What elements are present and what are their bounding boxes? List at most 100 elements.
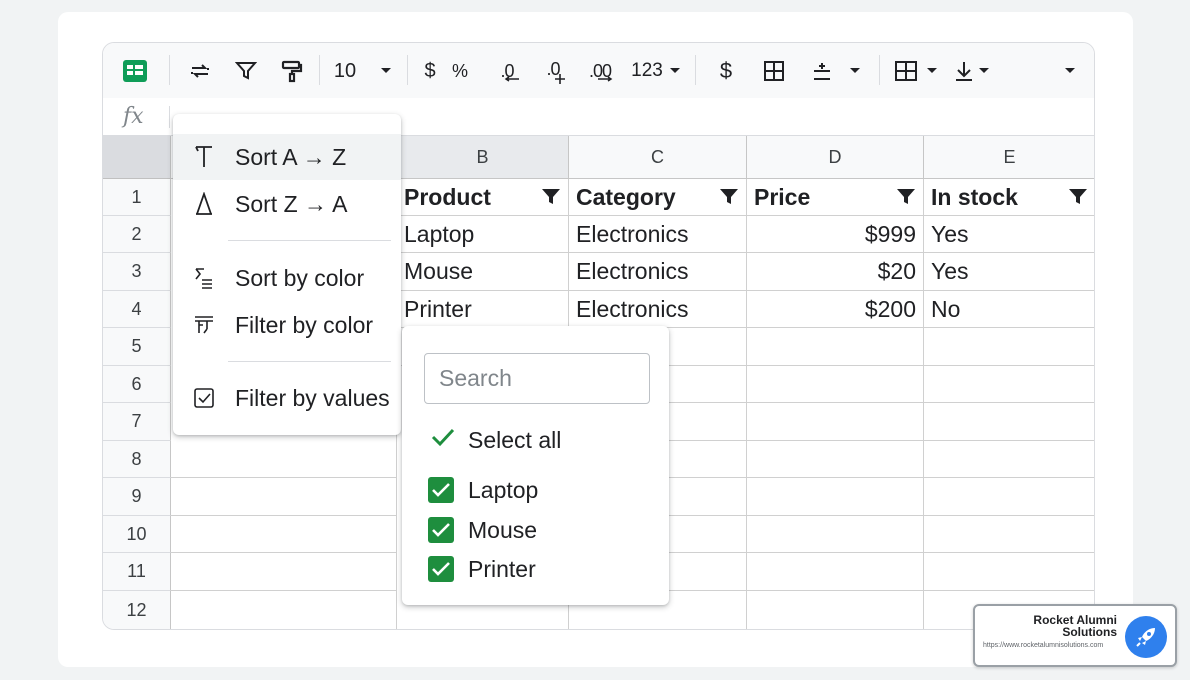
filter-icon[interactable] [231,55,261,87]
align-dropdown-icon[interactable] [845,55,865,87]
filter-option-label: Laptop [468,476,539,503]
table-cell[interactable] [747,403,924,441]
table-cell[interactable]: Mouse [397,253,569,291]
more-options-dropdown-icon[interactable] [1059,55,1081,87]
font-size-dropdown-icon[interactable] [375,55,397,87]
row-header[interactable]: 12 [103,591,171,629]
header-cell-price[interactable]: Price [747,179,924,216]
menu-item-sort-z-a[interactable]: Sort Z → A [173,181,401,227]
filter-search-input[interactable] [424,353,650,404]
table-dropdown-icon[interactable] [923,55,941,87]
table-cell[interactable] [747,516,924,553]
table-cell[interactable] [924,441,1094,478]
table-cell[interactable] [171,553,397,591]
decimal-places-button[interactable]: .00 [583,55,617,87]
table-cell[interactable]: No [924,291,1094,328]
column-filter-icon[interactable] [896,187,916,207]
menu-item-sort-a-z[interactable]: Sort A → Z [173,134,401,180]
table-cell[interactable] [747,328,924,366]
column-header-c[interactable]: C [569,136,747,179]
table-cell[interactable] [747,591,924,629]
menu-item-filter-by-values[interactable]: Filter by values [173,375,401,421]
select-all-option[interactable]: Select all [430,422,561,458]
table-cell[interactable]: Printer [397,291,569,328]
filter-option-mouse[interactable]: Mouse [428,512,537,548]
column-header-b[interactable]: B [397,136,569,179]
borders-icon[interactable] [759,55,789,87]
menu-item-label: Sort A → Z [235,143,347,170]
filter-option-laptop[interactable]: Laptop [428,472,538,508]
row-header[interactable]: 8 [103,441,171,478]
row-header[interactable]: 7 [103,403,171,441]
font-size-value[interactable]: 10 [331,55,359,87]
table-cell[interactable] [747,478,924,516]
table-cell[interactable]: Yes [924,253,1094,291]
table-cell[interactable] [924,553,1094,591]
paint-format-icon[interactable] [277,55,307,87]
table-cell[interactable] [924,403,1094,441]
table-cell[interactable]: Yes [924,216,1094,253]
sheets-logo-icon [121,55,149,87]
fx-icon: fx [123,104,144,129]
column-filter-icon[interactable] [719,187,739,207]
table-icon[interactable] [891,55,921,87]
checked-checkbox-icon[interactable] [428,556,454,582]
table-cell[interactable]: Electronics [569,216,747,253]
table-cell[interactable] [924,478,1094,516]
toolbar-divider [695,55,696,85]
column-header-e[interactable]: E [924,136,1094,179]
currency-button[interactable]: $ [713,55,739,87]
decrease-decimal-button[interactable]: .0 [491,55,523,87]
arrow-left-icon [504,75,519,82]
table-cell[interactable] [171,516,397,553]
currency-format-button[interactable]: $ [419,55,441,87]
row-header[interactable]: 9 [103,478,171,516]
header-label: Category [576,183,676,210]
table-cell[interactable]: Laptop [397,216,569,253]
row-header[interactable]: 1 [103,179,171,216]
table-cell[interactable]: $999 [747,216,924,253]
checked-checkbox-icon[interactable] [428,477,454,503]
row-header[interactable]: 4 [103,291,171,328]
menu-item-filter-by-color[interactable]: Filter by color [173,302,401,348]
column-header-d[interactable]: D [747,136,924,179]
filter-option-printer[interactable]: Printer [428,551,536,587]
formula-divider [169,106,170,128]
table-cell[interactable]: $200 [747,291,924,328]
row-header[interactable]: 11 [103,553,171,591]
table-cell[interactable]: Electronics [569,291,747,328]
checked-checkbox-icon[interactable] [428,517,454,543]
table-cell[interactable]: $20 [747,253,924,291]
table-cell[interactable] [171,478,397,516]
table-cell[interactable]: Electronics [569,253,747,291]
column-filter-icon[interactable] [541,187,561,207]
select-all-corner[interactable] [103,136,171,179]
vertical-align-icon[interactable] [807,55,837,87]
menu-item-sort-by-color[interactable]: Sort by color [173,255,401,301]
table-cell[interactable] [924,328,1094,366]
table-cell[interactable] [924,516,1094,553]
header-cell-category[interactable]: Category [569,179,747,216]
percent-format-button[interactable]: % [449,55,471,87]
table-cell[interactable] [747,441,924,478]
row-header[interactable]: 5 [103,328,171,366]
toolbar-divider [879,55,880,85]
filter-values-popup: Select all Laptop Mouse Printer [402,326,669,605]
table-cell[interactable] [924,366,1094,403]
table-cell[interactable] [747,553,924,591]
increase-decimal-button[interactable]: .0 [537,55,569,87]
brand-watermark: Rocket Alumni Solutions https://www.rock… [973,604,1177,667]
header-cell-product[interactable]: Product [397,179,569,216]
sort-range-icon[interactable] [185,55,215,87]
table-cell[interactable] [171,441,397,478]
row-header[interactable]: 10 [103,516,171,553]
number-format-dropdown-icon[interactable] [665,55,685,87]
header-cell-in-stock[interactable]: In stock [924,179,1094,216]
download-dropdown-icon[interactable] [975,55,993,87]
row-header[interactable]: 2 [103,216,171,253]
column-filter-icon[interactable] [1068,187,1088,207]
number-format-button[interactable]: 123 [629,55,665,87]
row-header[interactable]: 3 [103,253,171,291]
row-header[interactable]: 6 [103,366,171,403]
table-cell[interactable] [747,366,924,403]
